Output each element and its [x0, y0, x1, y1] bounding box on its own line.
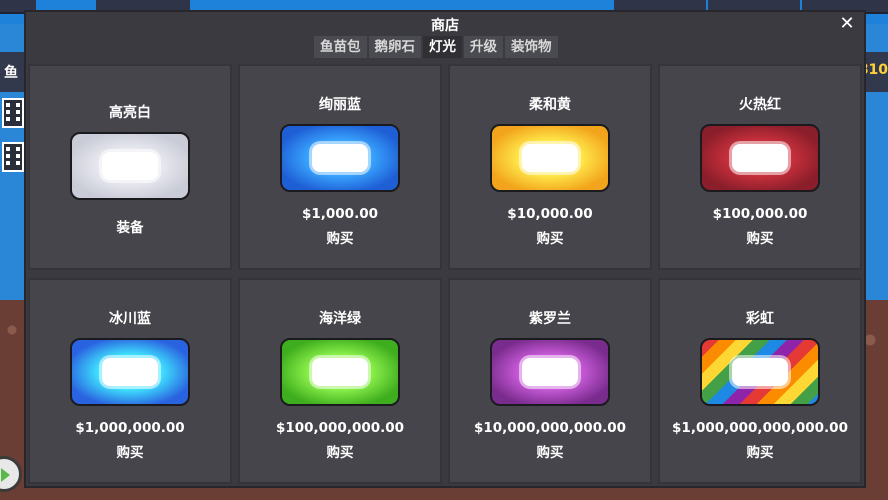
shop-item-card: 火热红 $100,000.00 购买 — [658, 64, 862, 270]
buy-button[interactable]: 购买 — [450, 227, 650, 247]
buy-button[interactable]: 购买 — [240, 441, 440, 461]
light-preview-icon — [280, 124, 400, 192]
item-name: 紫罗兰 — [529, 311, 571, 327]
shop-item-card: 海洋绿 $100,000,000.00 购买 — [238, 278, 442, 484]
shop-item-card: 冰川蓝 $1,000,000.00 购买 — [28, 278, 232, 484]
buy-button[interactable]: 购买 — [30, 441, 230, 461]
item-price: $100,000,000.00 — [275, 420, 405, 436]
film-icon[interactable] — [2, 142, 24, 172]
item-price: $10,000.00 — [507, 206, 593, 222]
light-preview-icon — [70, 132, 190, 200]
tab-fry-pack[interactable]: 鱼苗包 — [314, 36, 367, 58]
shop-item-card: 绚丽蓝 $1,000.00 购买 — [238, 64, 442, 270]
item-name: 高亮白 — [109, 105, 151, 121]
film-icon[interactable] — [2, 98, 24, 128]
close-button[interactable]: ✕ — [836, 13, 858, 35]
modal-title: 商店 — [431, 18, 459, 34]
item-name: 冰川蓝 — [109, 311, 151, 327]
item-name: 柔和黄 — [529, 97, 571, 113]
buy-button[interactable]: 购买 — [660, 227, 860, 247]
light-preview-icon — [490, 124, 610, 192]
item-name: 火热红 — [739, 97, 781, 113]
shop-modal: 商店 ✕ 鱼苗包 鹅卵石 灯光 升级 装饰物 高亮白 装备 绚丽蓝 $1,000… — [24, 10, 866, 488]
light-preview-icon — [280, 338, 400, 406]
shop-item-card: 柔和黄 $10,000.00 购买 — [448, 64, 652, 270]
shop-item-card: 高亮白 装备 — [28, 64, 232, 270]
item-name: 彩虹 — [746, 311, 774, 327]
tab-upgrades[interactable]: 升级 — [464, 36, 503, 58]
tab-pebbles[interactable]: 鹅卵石 — [368, 36, 421, 58]
shop-item-card: 紫罗兰 $10,000,000,000.00 购买 — [448, 278, 652, 484]
item-price: $100,000.00 — [712, 206, 808, 222]
light-preview-icon — [490, 338, 610, 406]
light-preview-icon — [700, 338, 820, 406]
tab-decorations[interactable]: 装饰物 — [505, 36, 558, 58]
equip-button[interactable]: 装备 — [30, 216, 230, 236]
item-price: $10,000,000,000.00 — [473, 420, 627, 436]
buy-button[interactable]: 购买 — [240, 227, 440, 247]
item-price: $1,000,000,000,000.00 — [672, 420, 848, 436]
light-preview-icon — [700, 124, 820, 192]
item-name: 海洋绿 — [319, 311, 361, 327]
item-price: $1,000,000.00 — [75, 420, 185, 436]
item-name: 绚丽蓝 — [319, 97, 361, 113]
buy-button[interactable]: 购买 — [450, 441, 650, 461]
shop-item-card: 彩虹 $1,000,000,000,000.00 购买 — [658, 278, 862, 484]
light-preview-icon — [70, 338, 190, 406]
tab-lights[interactable]: 灯光 — [423, 36, 462, 58]
category-tabs: 鱼苗包 鹅卵石 灯光 升级 装饰物 — [314, 36, 558, 58]
buy-button[interactable]: 购买 — [660, 441, 860, 461]
item-price: $1,000.00 — [301, 206, 378, 222]
background-left-label: 鱼 — [4, 65, 18, 81]
